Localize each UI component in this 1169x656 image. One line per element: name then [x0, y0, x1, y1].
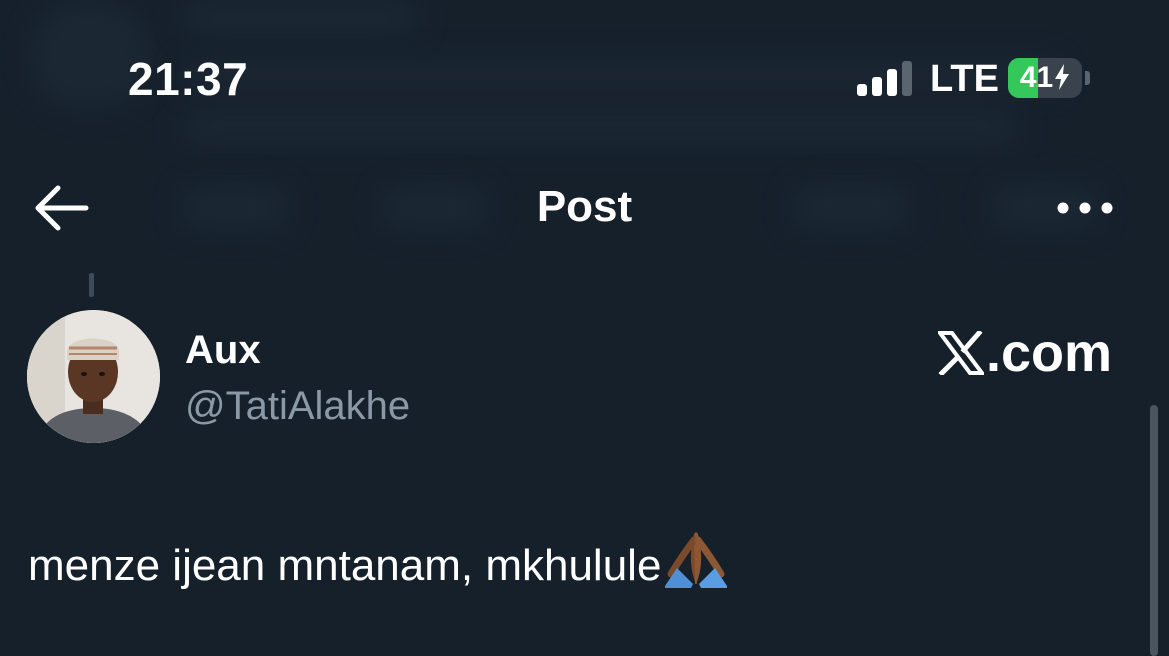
author-handle[interactable]: @TatiAlakhe	[185, 384, 410, 429]
scrollbar[interactable]	[1150, 405, 1158, 656]
charging-bolt-icon	[1055, 64, 1070, 90]
post-header: Post	[0, 160, 1169, 256]
avatar[interactable]	[27, 310, 160, 443]
more-options-button[interactable]	[1050, 190, 1120, 226]
battery-terminal	[1085, 71, 1090, 85]
network-type: LTE	[930, 58, 999, 100]
post-text: menze ijean mntanam, mkhulule	[28, 528, 729, 599]
x-com-domain-suffix: .com	[985, 323, 1112, 383]
battery-icon: 41	[1008, 58, 1082, 98]
cellular-signal-icon	[857, 60, 913, 96]
battery-percent: 41	[1019, 61, 1054, 94]
status-time: 21:37	[128, 53, 249, 105]
status-bar: 21:37 LTE 41	[0, 0, 1169, 150]
author-display-name[interactable]: Aux	[185, 328, 261, 373]
more-horizontal-icon	[1057, 202, 1113, 214]
avatar-image	[27, 310, 160, 443]
x-logo-icon	[937, 331, 984, 375]
post-body-text: menze ijean mntanam, mkhulule	[28, 541, 662, 590]
folded-hands-emoji	[663, 528, 729, 599]
x-com-watermark: .com	[937, 322, 1112, 384]
thread-connector-line	[89, 273, 94, 297]
page-title: Post	[536, 182, 633, 231]
